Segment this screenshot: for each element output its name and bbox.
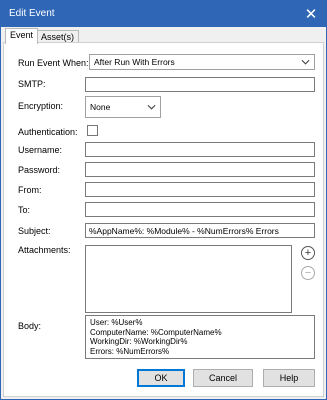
add-attachment-button[interactable]: + — [301, 246, 315, 260]
close-button[interactable]: ✕ — [296, 1, 326, 27]
encryption-value: None — [90, 102, 111, 112]
body-line: WorkingDir: %WorkingDir% — [90, 337, 188, 346]
password-field[interactable] — [85, 162, 315, 177]
to-label: To: — [18, 205, 31, 215]
body-line: User: %User% — [90, 318, 143, 327]
password-label: Password: — [18, 165, 61, 175]
encryption-label: Encryption: — [18, 101, 64, 111]
help-button[interactable]: Help — [263, 369, 315, 387]
run-event-when-value: After Run With Errors — [94, 57, 175, 67]
plus-circle-icon: + — [304, 246, 312, 259]
attachments-label: Attachments: — [18, 245, 71, 255]
encryption-select[interactable]: None — [85, 96, 161, 118]
tab-event[interactable]: Event — [5, 28, 39, 44]
body-line: ComputerName: %ComputerName% — [90, 327, 222, 337]
body-label: Body: — [18, 321, 42, 331]
run-event-when-label: Run Event When: — [18, 58, 89, 68]
ok-button[interactable]: OK — [137, 369, 185, 387]
from-label: From: — [18, 185, 42, 195]
chevron-down-icon — [147, 104, 156, 110]
smtp-label: SMTP: — [18, 79, 46, 89]
subject-field[interactable]: %AppName%: %Module% - %NumErrors% Errors — [85, 223, 315, 238]
event-panel: Run Event When: After Run With Errors SM… — [3, 42, 324, 397]
from-field[interactable] — [85, 182, 315, 197]
close-icon: ✕ — [304, 6, 318, 23]
minus-circle-icon: − — [304, 266, 312, 279]
body-line: Errors: %NumErrors% — [90, 346, 170, 356]
authentication-checkbox[interactable] — [87, 125, 98, 136]
edit-event-dialog: Edit Event ✕ Event Asset(s) Run Event Wh… — [0, 0, 327, 400]
chevron-down-icon — [301, 59, 310, 65]
subject-label: Subject: — [18, 226, 51, 236]
smtp-field[interactable] — [85, 77, 315, 92]
remove-attachment-button[interactable]: − — [301, 266, 315, 280]
title-bar: Edit Event ✕ — [1, 1, 326, 27]
run-event-when-select[interactable]: After Run With Errors — [89, 54, 315, 70]
to-field[interactable] — [85, 202, 315, 217]
username-field[interactable] — [85, 142, 315, 157]
tab-strip: Event Asset(s) — [3, 28, 324, 44]
attachments-list[interactable] — [85, 245, 292, 313]
body-textarea[interactable]: User: %User% ComputerName: %ComputerName… — [85, 315, 315, 359]
username-label: Username: — [18, 145, 63, 155]
window-title: Edit Event — [9, 8, 55, 19]
authentication-label: Authentication: — [18, 127, 78, 137]
cancel-button[interactable]: Cancel — [193, 369, 253, 387]
